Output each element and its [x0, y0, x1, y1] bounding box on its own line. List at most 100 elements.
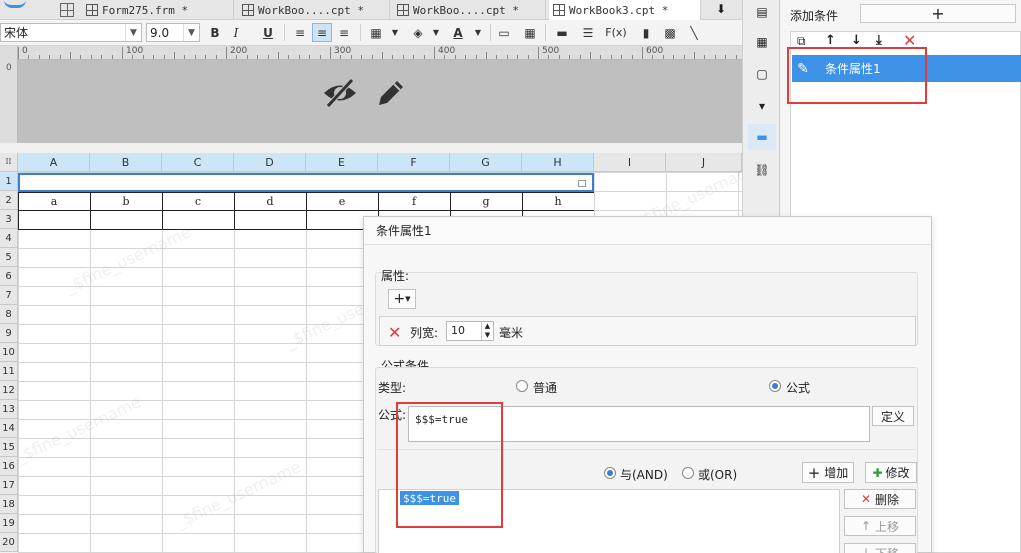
font-color-icon[interactable]: A: [448, 23, 468, 42]
or-radio-label[interactable]: 或(OR): [698, 466, 737, 483]
row-header[interactable]: 9: [0, 324, 18, 343]
chevron-down-icon[interactable]: ▼: [125, 24, 141, 41]
grid-lines-icon[interactable]: ▭: [494, 23, 514, 42]
row-header[interactable]: 20: [0, 533, 18, 552]
widget-icon[interactable]: ▢: [752, 64, 772, 84]
cell-value[interactable]: a: [18, 195, 90, 208]
fill-color-icon[interactable]: ◈: [408, 23, 428, 42]
row-header[interactable]: 14: [0, 419, 18, 438]
formula-radio-label[interactable]: 公式: [786, 379, 810, 396]
tab-4[interactable]: WorkBook3.cpt *: [549, 0, 701, 20]
add-button[interactable]: + 增加: [802, 462, 854, 483]
underline-button[interactable]: U: [258, 23, 278, 42]
formula-icon[interactable]: F(x): [602, 23, 630, 42]
cell-value[interactable]: e: [306, 195, 378, 208]
cell-value[interactable]: g: [450, 195, 522, 208]
row-header[interactable]: 13: [0, 400, 18, 419]
move-down-icon[interactable]: ↓: [851, 33, 862, 48]
align-right-icon[interactable]: ≡: [334, 23, 354, 42]
cell-attr-icon[interactable]: ▤: [752, 2, 772, 22]
normal-radio[interactable]: [516, 380, 528, 392]
and-radio-label[interactable]: 与(AND): [620, 466, 668, 483]
hyperlink-icon[interactable]: ⛓: [752, 160, 772, 180]
row-header[interactable]: 10: [0, 343, 18, 362]
row-header[interactable]: 3: [0, 210, 18, 229]
and-radio[interactable]: [604, 467, 616, 479]
slash-icon[interactable]: ╲: [684, 23, 704, 42]
define-button[interactable]: 定义: [872, 406, 914, 426]
column-header[interactable]: D: [234, 153, 306, 172]
cell-element-icon[interactable]: ▦: [752, 32, 772, 52]
column-header[interactable]: E: [306, 153, 378, 172]
spinner-icon[interactable]: ▲ ▼: [481, 322, 493, 340]
move-bottom-icon[interactable]: ⤓: [876, 33, 882, 48]
row-header[interactable]: 16: [0, 457, 18, 476]
row-header[interactable]: 2: [0, 191, 18, 210]
row-header[interactable]: 8: [0, 305, 18, 324]
dropdown-widget-icon[interactable]: ▾: [752, 96, 772, 116]
border-icon[interactable]: ▦: [366, 23, 386, 42]
italic-button[interactable]: I: [226, 23, 246, 42]
move-up-icon[interactable]: ↑: [825, 33, 836, 48]
chevron-down-icon[interactable]: ▼: [468, 23, 488, 42]
row-header[interactable]: 7: [0, 286, 18, 305]
add-attribute-button[interactable]: + ▼: [388, 289, 416, 309]
col-width-input[interactable]: 10 ▲ ▼: [446, 321, 494, 341]
row-header[interactable]: 17: [0, 476, 18, 495]
tab-menu-icon[interactable]: ⬇: [716, 2, 730, 16]
move-up-button[interactable]: ↑ 上移: [844, 516, 916, 536]
align-left-icon[interactable]: ≡: [290, 23, 310, 42]
modify-button[interactable]: ✚ 修改: [865, 462, 917, 483]
column-header[interactable]: I: [594, 153, 666, 172]
edit-pencil-icon[interactable]: [376, 78, 406, 108]
cell-value[interactable]: c: [162, 195, 234, 208]
row-header[interactable]: 19: [0, 514, 18, 533]
add-condition-button[interactable]: +: [860, 4, 1016, 23]
column-header[interactable]: B: [90, 153, 162, 172]
formula-radio[interactable]: [769, 380, 781, 392]
font-name-select[interactable]: 宋体 ▼: [0, 23, 142, 42]
row-header[interactable]: 18: [0, 495, 18, 514]
chevron-down-icon[interactable]: ▼: [426, 23, 446, 42]
font-size-select[interactable]: 9.0 ▼: [146, 23, 200, 42]
cell-value[interactable]: b: [90, 195, 162, 208]
sheet-corner[interactable]: ⁞⁞: [0, 153, 18, 172]
row-header[interactable]: 1: [0, 172, 18, 191]
text-icon[interactable]: ▬: [552, 23, 572, 42]
chevron-down-icon[interactable]: ▼: [183, 24, 199, 41]
row-header[interactable]: 6: [0, 267, 18, 286]
condition-attr-icon[interactable]: ▬: [748, 124, 776, 150]
column-header[interactable]: F: [378, 153, 450, 172]
image-icon[interactable]: ▩: [660, 23, 680, 42]
chevron-down-icon[interactable]: ▼: [385, 23, 405, 42]
cell-value[interactable]: d: [234, 195, 306, 208]
row-header[interactable]: 4: [0, 229, 18, 248]
move-down-button[interactable]: ↓ 下移: [844, 543, 916, 553]
tab-3[interactable]: WorkBoo....cpt *: [393, 0, 546, 20]
delete-button[interactable]: ✕ 删除: [844, 489, 916, 509]
bold-button[interactable]: B: [205, 23, 225, 42]
table-icon[interactable]: ▦: [520, 23, 540, 42]
highlight-box: [787, 47, 927, 104]
tab-1[interactable]: Form275.frm *: [82, 0, 234, 20]
report-header-canvas[interactable]: [18, 60, 742, 143]
normal-radio-label[interactable]: 普通: [533, 379, 557, 396]
row-header[interactable]: 11: [0, 362, 18, 381]
column-header[interactable]: G: [450, 153, 522, 172]
remove-attribute-icon[interactable]: ✕: [388, 323, 401, 342]
cell-value[interactable]: h: [522, 195, 594, 208]
column-header[interactable]: A: [18, 153, 90, 172]
chart-icon[interactable]: ▮: [636, 23, 656, 42]
eye-hidden-icon[interactable]: [322, 78, 358, 108]
cell-value[interactable]: f: [378, 195, 450, 208]
align-center-icon[interactable]: ≡: [312, 23, 332, 42]
column-header[interactable]: H: [522, 153, 594, 172]
tab-2[interactable]: WorkBoo....cpt *: [238, 0, 390, 20]
row-header[interactable]: 5: [0, 248, 18, 267]
insert-row-icon[interactable]: ☰: [578, 23, 598, 42]
row-header[interactable]: 12: [0, 381, 18, 400]
tab-grid-icon[interactable]: [60, 3, 74, 17]
selected-row-1[interactable]: [18, 173, 594, 192]
column-header[interactable]: C: [162, 153, 234, 172]
or-radio[interactable]: [682, 467, 694, 479]
